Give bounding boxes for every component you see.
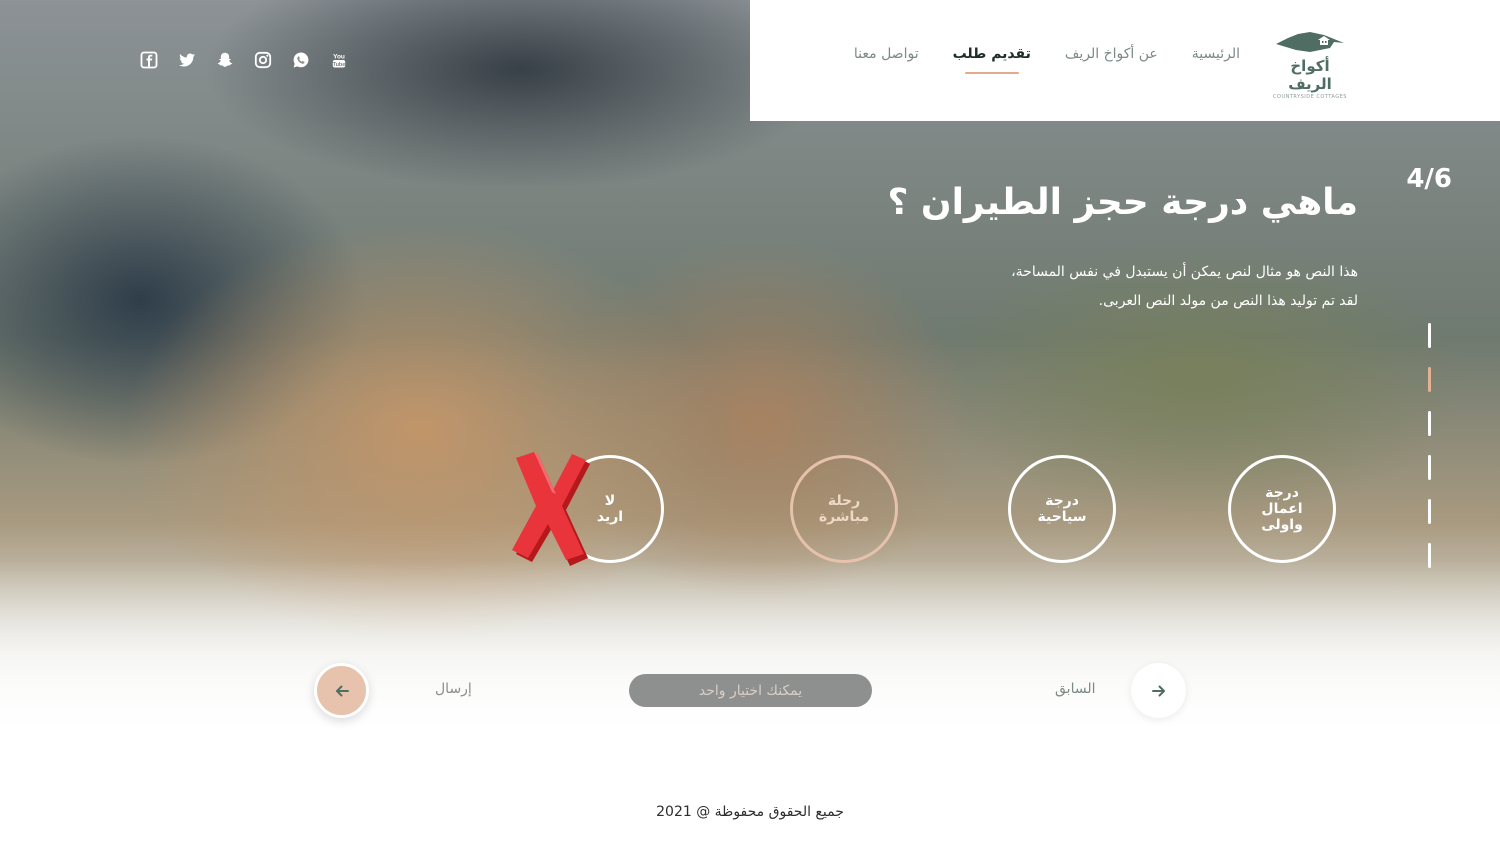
brand-subtitle: COUNTRYSIDE COTTAGES [1273,94,1347,100]
youtube-icon[interactable]: You Tube [330,51,348,69]
option-line-1: لا [604,493,616,509]
option-line-1: درجة [1045,493,1079,509]
question-description: هذا النص هو مثال لنص يمكن أن يستبدل في ن… [938,258,1358,316]
step-progress [1428,323,1431,587]
progress-tick [1428,367,1431,392]
social-links: You Tube [140,51,348,69]
arrow-left-icon [335,685,349,696]
step-counter: 4/6 [1406,164,1452,194]
option-line-2: اعمال واولى [1261,501,1303,533]
nav-item-about[interactable]: عن أكواخ الريف [1065,46,1158,62]
nav-item-contact[interactable]: تواصل معنا [854,46,919,62]
brand-name: أكواخ الريف [1288,57,1332,93]
send-arrow-button[interactable] [314,663,369,718]
header-bar: أكواخ الريف COUNTRYSIDE COTTAGES الرئيسي… [750,0,1500,121]
option-label: درجة سياحية [1021,493,1102,525]
description-line-2: لقد تم توليد هذا النص من مولد النص العرب… [1098,293,1358,309]
option-line-2: مباشرة [818,509,870,525]
progress-tick [1428,323,1431,348]
option-business-first[interactable]: درجة اعمال واولى [1228,455,1336,563]
option-direct-flight[interactable]: رحلة مباشرة [790,455,898,563]
option-economy[interactable]: درجة سياحية [1008,455,1116,563]
whatsapp-icon[interactable] [292,51,310,69]
snapchat-icon[interactable] [216,51,234,69]
facebook-icon[interactable] [140,51,158,69]
arrow-right-icon [1151,685,1165,696]
send-label[interactable]: إرسال [435,681,472,697]
progress-tick [1428,543,1431,568]
option-line-2: اريد [596,509,624,525]
svg-text:Tube: Tube [333,62,346,68]
progress-tick [1428,499,1431,524]
twitter-icon[interactable] [178,51,196,69]
option-label: رحلة مباشرة [803,493,885,525]
instagram-icon[interactable] [254,51,272,69]
cross-mark-icon [512,452,590,566]
option-label: درجة اعمال واولى [1231,485,1333,533]
footer-copyright: جميع الحقوق محفوظة @ 2021 [656,804,844,820]
previous-arrow-button[interactable] [1131,663,1186,718]
option-line-1: رحلة [827,493,861,509]
option-line-2: سياحية [1037,509,1087,525]
option-line-1: درجة [1265,485,1299,501]
nav-item-home[interactable]: الرئيسية [1192,46,1240,62]
progress-tick [1428,411,1431,436]
svg-text:You: You [333,54,345,61]
nav-item-apply[interactable]: تقديم طلب [953,46,1031,62]
brand-logo[interactable]: أكواخ الريف COUNTRYSIDE COTTAGES [1270,30,1350,100]
question-title: ماهي درجة حجز الطيران ؟ [887,182,1358,223]
selection-hint: يمكنك اختيار واحد [629,674,872,707]
previous-label[interactable]: السابق [1055,681,1095,697]
progress-tick [1428,455,1431,480]
cottage-logo-icon [1276,32,1344,52]
description-line-1: هذا النص هو مثال لنص يمكن أن يستبدل في ن… [1011,264,1358,280]
main-nav: الرئيسية عن أكواخ الريف تقديم طلب تواصل … [854,46,1240,62]
